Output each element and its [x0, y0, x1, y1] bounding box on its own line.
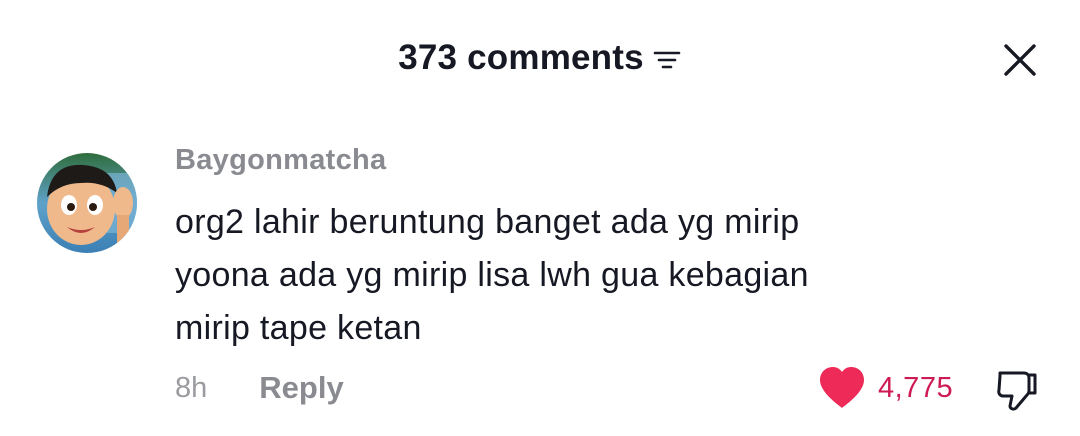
comment-text: org2 lahir beruntung banget ada yg mirip…: [175, 196, 995, 355]
comment-text-line: org2 lahir beruntung banget ada yg mirip: [175, 203, 800, 241]
thumbs-down-icon: [997, 371, 1037, 411]
like-button[interactable]: 4,775: [818, 366, 953, 410]
comment-username[interactable]: Baygonmatcha: [175, 144, 387, 177]
reply-button[interactable]: Reply: [259, 370, 343, 406]
comment-text-line: yoona ada yg mirip lisa lwh gua kebagian: [175, 256, 809, 294]
close-icon: [1004, 44, 1036, 76]
comment-item: Baygonmatcha org2 lahir beruntung banget…: [0, 140, 1080, 436]
avatar[interactable]: [37, 153, 137, 253]
filter-icon[interactable]: [652, 46, 682, 76]
close-button[interactable]: [1000, 40, 1040, 80]
heart-icon: [820, 367, 864, 408]
dislike-button[interactable]: [992, 366, 1042, 414]
comment-meta: 8h Reply: [175, 366, 344, 410]
comment-text-line: mirip tape ketan: [175, 309, 422, 347]
like-count: 4,775: [878, 371, 954, 404]
comment-time: 8h: [175, 371, 208, 404]
title-row: 373 comments: [0, 28, 1080, 88]
comments-header: 373 comments: [0, 28, 1080, 88]
comments-count-title: 373 comments: [398, 38, 644, 77]
